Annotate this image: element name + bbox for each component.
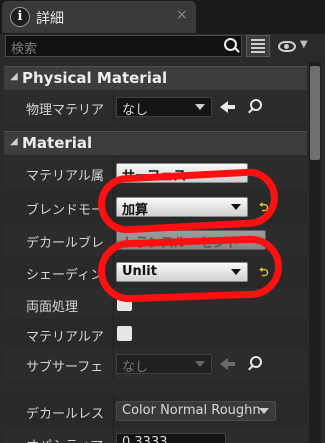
property-label: マテリアル属: [26, 169, 104, 184]
annotation-circle-shading-model: [96, 234, 284, 304]
grid-icon: [251, 39, 265, 53]
column-divider: [113, 395, 114, 427]
chevron-down-icon: [259, 408, 269, 414]
property-label: デカールブレ: [26, 236, 105, 251]
combo-value: Color Normal Roughn: [122, 403, 261, 418]
chevron-down-icon: ▼: [300, 39, 308, 50]
opacity-clip-field[interactable]: 0.3333: [116, 433, 226, 443]
property-row-subsurface: サブサーフェ なし: [4, 348, 307, 380]
property-label: 両面処理: [26, 300, 79, 315]
tab-details[interactable]: i 詳細 ×: [2, 1, 196, 33]
tab-title: 詳細: [36, 11, 64, 27]
annotation-circle-blend-mode: [96, 167, 280, 235]
chevron-down-icon: [195, 104, 205, 110]
property-row-wireframe: マテリアルア: [4, 318, 307, 350]
category-physical-material[interactable]: ◢ Physical Material: [4, 66, 307, 90]
wireframe-checkbox[interactable]: [117, 326, 132, 341]
scrollbar-thumb[interactable]: [310, 66, 320, 160]
property-label: サブサーフェ: [26, 360, 104, 375]
column-divider: [113, 427, 114, 443]
browse-icon[interactable]: [250, 99, 262, 111]
property-label: オパシティマ: [26, 435, 112, 443]
column-divider: [113, 318, 114, 350]
browse-icon[interactable]: [250, 356, 262, 368]
column-divider: [113, 348, 114, 380]
combo-value: なし: [122, 103, 149, 118]
category-material[interactable]: ◢ Material: [4, 131, 307, 155]
close-icon[interactable]: ×: [176, 7, 188, 23]
property-matrix-button[interactable]: [246, 35, 270, 57]
expand-arrow-icon: ◢: [10, 71, 18, 82]
property-row-phys-material: 物理マテリア なし: [4, 91, 307, 123]
category-label: Material: [22, 134, 93, 152]
chevron-down-icon: [195, 361, 205, 367]
column-divider[interactable]: [113, 91, 114, 123]
property-label: 物理マテリア: [26, 103, 105, 118]
search-input[interactable]: 検索: [5, 35, 242, 57]
expand-arrow-icon: ◢: [10, 136, 18, 147]
property-label: デカールレス: [26, 407, 105, 422]
view-options-button[interactable]: ▼: [276, 37, 316, 57]
category-label: Physical Material: [22, 69, 168, 87]
property-label: マテリアルア: [26, 330, 104, 345]
search-icon: [224, 38, 237, 51]
search-placeholder: 検索: [11, 42, 38, 57]
subsurface-profile-combo[interactable]: なし: [116, 354, 212, 375]
info-icon: i: [10, 7, 30, 27]
property-row-decal-response: デカールレス Color Normal Roughn: [4, 395, 307, 427]
tab-bar: i 詳細 ×: [0, 0, 325, 34]
combo-value: なし: [122, 360, 149, 375]
eye-icon: [278, 41, 296, 52]
decal-response-combo[interactable]: Color Normal Roughn: [116, 401, 276, 421]
use-selected-arrow-icon[interactable]: [220, 99, 236, 113]
use-selected-arrow-icon[interactable]: [220, 356, 236, 370]
phys-material-combo[interactable]: なし: [116, 97, 212, 118]
property-row-opacity: オパシティマ 0.3333: [4, 427, 307, 443]
combo-value: 0.3333: [122, 435, 168, 443]
